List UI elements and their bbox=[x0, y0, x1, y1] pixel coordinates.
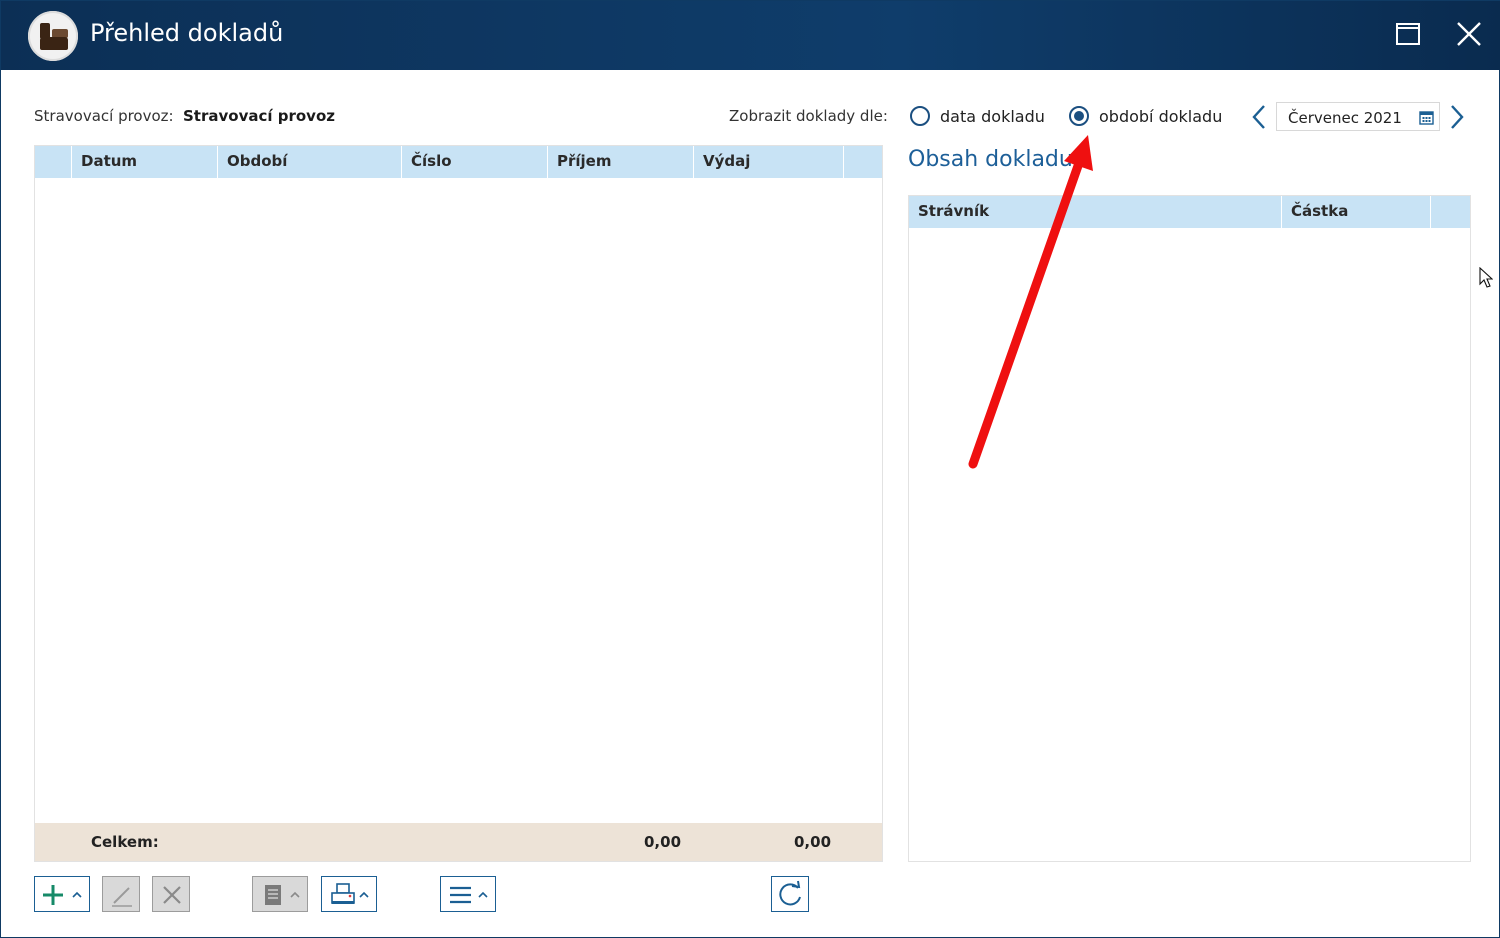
delete-x-icon bbox=[163, 886, 181, 904]
radio-document-date[interactable] bbox=[910, 106, 930, 126]
printer-icon bbox=[331, 883, 369, 904]
column-header-prijem[interactable]: Příjem bbox=[548, 146, 694, 178]
documents-table[interactable]: Datum Období Číslo Příjem Výdaj Celkem: … bbox=[34, 145, 883, 862]
provoz-label: Stravovací provoz: bbox=[34, 107, 174, 125]
add-button[interactable] bbox=[34, 876, 90, 912]
maximize-icon bbox=[1396, 23, 1420, 45]
plus-icon bbox=[43, 885, 82, 905]
title-bar: Přehled dokladů bbox=[1, 1, 1500, 70]
close-button[interactable] bbox=[1452, 17, 1486, 51]
radio-document-period[interactable] bbox=[1069, 106, 1089, 126]
column-selector[interactable] bbox=[35, 146, 72, 178]
window-title: Přehled dokladů bbox=[90, 19, 284, 47]
document-content-header: Strávník Částka bbox=[909, 196, 1470, 228]
column-header-stravnik[interactable]: Strávník bbox=[909, 196, 1282, 228]
view-by-label: Zobrazit doklady dle: bbox=[729, 107, 888, 125]
document-overview-window: Přehled dokladů Stravovací provoz: Strav… bbox=[0, 0, 1500, 938]
chevron-right-icon bbox=[1451, 105, 1464, 129]
mouse-cursor-icon bbox=[1479, 267, 1493, 288]
prijem-total: 0,00 bbox=[644, 833, 682, 851]
hamburger-icon bbox=[450, 886, 488, 904]
column-header-cislo[interactable]: Číslo bbox=[402, 146, 548, 178]
pencil-icon bbox=[112, 887, 132, 907]
menu-button[interactable] bbox=[440, 876, 496, 912]
column-header-spacer bbox=[1431, 196, 1470, 228]
refresh-button[interactable] bbox=[771, 876, 809, 912]
document-icon bbox=[265, 885, 300, 905]
previous-period-button[interactable] bbox=[1249, 103, 1269, 131]
edit-button[interactable] bbox=[102, 876, 140, 912]
column-header-datum[interactable]: Datum bbox=[72, 146, 218, 178]
document-content-title: Obsah dokladu bbox=[908, 147, 1073, 172]
period-value: Červenec 2021 bbox=[1288, 109, 1402, 127]
provoz-value: Stravovací provoz bbox=[183, 107, 335, 125]
column-header-spacer bbox=[844, 146, 882, 178]
documents-table-header: Datum Období Číslo Příjem Výdaj bbox=[35, 146, 882, 178]
chevron-left-icon bbox=[1252, 105, 1265, 129]
refresh-icon bbox=[779, 880, 801, 906]
print-button[interactable] bbox=[321, 876, 377, 912]
calendar-icon[interactable] bbox=[1419, 110, 1434, 125]
document-button[interactable] bbox=[252, 876, 308, 912]
column-header-obdobi[interactable]: Období bbox=[218, 146, 402, 178]
column-header-castka[interactable]: Částka bbox=[1282, 196, 1431, 228]
maximize-button[interactable] bbox=[1391, 17, 1425, 51]
document-content-table[interactable]: Strávník Částka bbox=[908, 195, 1471, 862]
next-period-button[interactable] bbox=[1447, 103, 1467, 131]
delete-button[interactable] bbox=[152, 876, 190, 912]
radio-document-date-label[interactable]: data dokladu bbox=[940, 107, 1045, 126]
app-logo-icon bbox=[28, 11, 78, 61]
column-header-vydaj[interactable]: Výdaj bbox=[694, 146, 844, 178]
close-icon bbox=[1457, 22, 1481, 46]
vydaj-total: 0,00 bbox=[794, 833, 832, 851]
radio-document-period-label[interactable]: období dokladu bbox=[1099, 107, 1222, 126]
period-picker[interactable]: Červenec 2021 bbox=[1276, 102, 1440, 131]
totals-label: Celkem: bbox=[91, 833, 159, 851]
totals-row: Celkem: 0,00 0,00 bbox=[35, 823, 882, 861]
